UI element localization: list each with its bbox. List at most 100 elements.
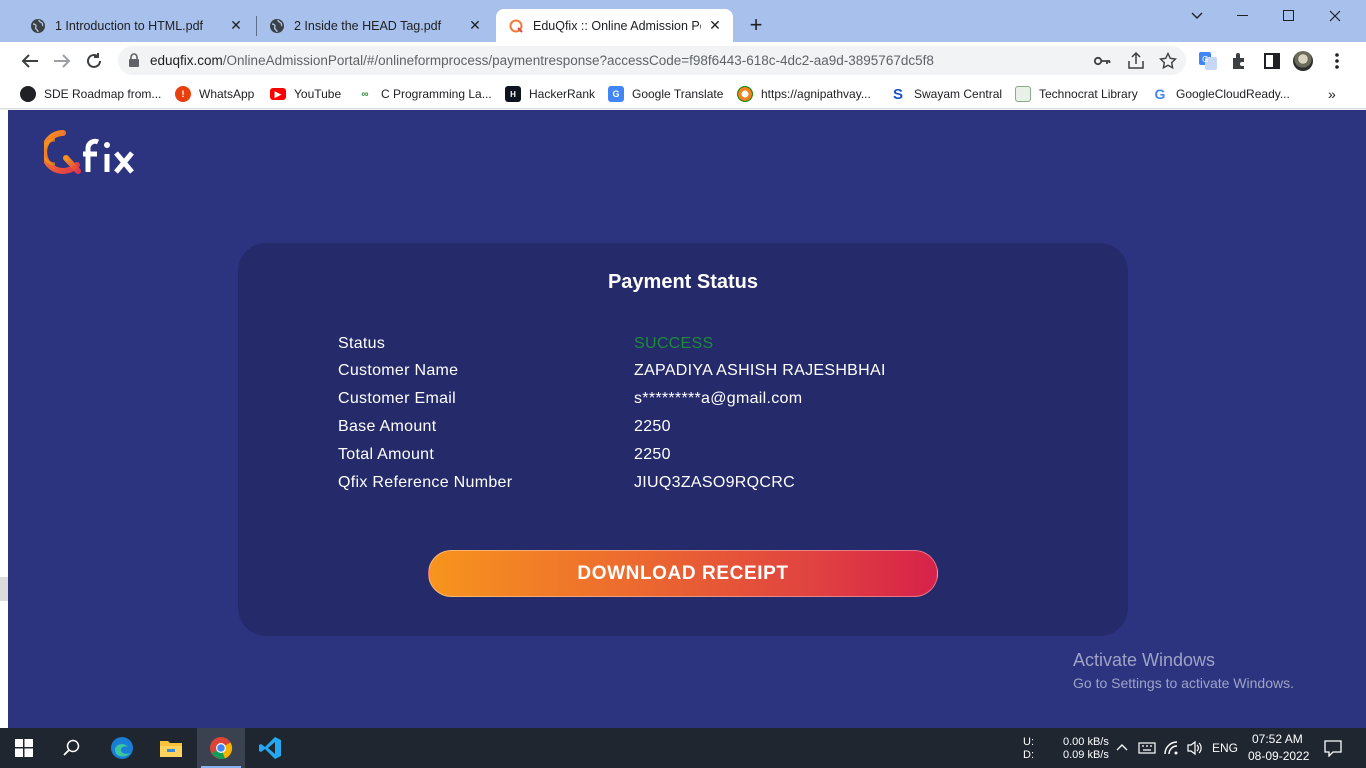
bookmark-hackerrank[interactable]: H HackerRank [505, 85, 595, 103]
taskbar-edge[interactable] [98, 728, 146, 768]
tab-introduction-html[interactable]: 1 Introduction to HTML.pdf ✕ [18, 9, 254, 42]
card-title: Payment Status [607, 271, 759, 293]
bookmark-label: Swayam Central [914, 87, 1003, 101]
reload-button[interactable] [83, 50, 105, 72]
download-receipt-button[interactable]: DOWNLOAD RECEIPT [428, 550, 938, 597]
bookmark-label: https://agnipathvay... [761, 87, 871, 101]
customer-email-row: Customer Email s*********a@gmail.com [338, 390, 1038, 412]
side-panel-icon[interactable] [1262, 51, 1282, 71]
windows-logo-icon [15, 739, 33, 757]
back-button[interactable] [19, 50, 41, 72]
bookmark-google-translate[interactable]: G Google Translate [608, 85, 723, 103]
keyboard-ime-icon[interactable] [1138, 740, 1156, 756]
bookmark-agnipath-icon [737, 86, 753, 102]
menu-kebab-icon[interactable] [1327, 51, 1347, 71]
address-bar[interactable]: eduqfix.com/OnlineAdmissionPortal/#/onli… [118, 46, 1186, 75]
taskbar-vscode[interactable] [246, 728, 294, 768]
bookmark-google-icon: G [1154, 86, 1166, 102]
net-upload-speed: 0.00 kB/s [1063, 736, 1109, 748]
google-translate-extension-icon[interactable]: G [1198, 51, 1218, 71]
tab-title: EduQfix :: Online Admission Portal [533, 18, 701, 33]
maximize-button[interactable] [1266, 4, 1312, 28]
notifications-icon[interactable] [1324, 739, 1342, 757]
chrome-icon [210, 737, 233, 759]
reference-number-label: Qfix Reference Number [338, 474, 513, 491]
language-indicator[interactable]: ENG [1212, 741, 1238, 755]
scrollbar-thumb[interactable] [0, 577, 8, 601]
forward-button[interactable] [51, 50, 73, 72]
taskbar-chrome[interactable] [197, 728, 245, 768]
qfix-favicon-icon [509, 19, 523, 33]
status-value: SUCCESS [634, 335, 714, 352]
bookmark-label: YouTube [294, 87, 342, 101]
speaker-icon[interactable] [1186, 740, 1204, 756]
minimize-button[interactable] [1220, 4, 1266, 28]
bookmark-label: Google Translate [632, 87, 724, 101]
bookmark-c-programming[interactable]: ∞ C Programming La... [357, 85, 491, 103]
clock-time[interactable]: 07:52 AM [1252, 732, 1303, 746]
vscode-icon [259, 737, 281, 759]
base-amount-row: Base Amount 2250 [338, 418, 1038, 440]
taskbar-file-explorer[interactable] [147, 728, 195, 768]
key-icon[interactable] [1093, 52, 1111, 70]
browser-tab-strip: 1 Introduction to HTML.pdf ✕ 2 Inside th… [0, 0, 1366, 42]
edge-icon [111, 737, 133, 759]
close-tab-icon[interactable]: ✕ [467, 17, 483, 34]
payment-status-card: Payment Status Status SUCCESS Customer N… [238, 243, 1128, 636]
tab-search-chevron-down-icon[interactable] [1174, 4, 1220, 28]
bookmark-sde-roadmap[interactable]: SDE Roadmap from... [20, 85, 161, 103]
start-button[interactable] [0, 728, 48, 768]
tab-eduqfix[interactable]: EduQfix :: Online Admission Portal ✕ [496, 9, 733, 42]
extensions-puzzle-icon[interactable] [1230, 51, 1250, 71]
net-download-label: D: [1023, 749, 1034, 761]
globe-icon [270, 18, 284, 33]
tab-title: 2 Inside the HEAD Tag.pdf [294, 18, 442, 33]
clock-date[interactable]: 08-09-2022 [1248, 749, 1309, 763]
bookmark-whatsapp[interactable]: ! WhatsApp [175, 85, 254, 103]
qfix-logo [44, 130, 134, 174]
arrow-right-icon [54, 54, 71, 68]
profile-avatar[interactable] [1293, 51, 1313, 71]
url-host: eduqfix.com [150, 53, 223, 68]
total-amount-label: Total Amount [338, 446, 435, 463]
bookmarks-bar: SDE Roadmap from... ! WhatsApp ▶ YouTube… [0, 79, 1366, 109]
bookmark-swayam[interactable]: S Swayam Central [890, 85, 1002, 103]
close-tab-icon[interactable]: ✕ [707, 17, 723, 34]
status-label: Status [338, 335, 386, 352]
customer-email-value: s*********a@gmail.com [634, 390, 803, 407]
browser-toolbar: eduqfix.com/OnlineAdmissionPortal/#/onli… [0, 42, 1366, 79]
bookmark-googlecloudready[interactable]: G GoogleCloudReady... [1152, 85, 1290, 103]
new-tab-button[interactable]: + [745, 14, 767, 37]
search-icon [63, 739, 80, 756]
bookmark-swayam-icon: S [892, 85, 903, 103]
customer-name-label: Customer Name [338, 362, 459, 379]
bookmark-star-icon[interactable] [1159, 52, 1177, 70]
close-window-button[interactable] [1312, 4, 1358, 28]
bookmark-label: WhatsApp [199, 87, 255, 101]
bookmark-youtube[interactable]: ▶ YouTube [270, 85, 341, 103]
bookmark-agnipath[interactable]: https://agnipathvay... [737, 85, 871, 103]
folder-icon [160, 741, 182, 757]
customer-name-row: Customer Name ZAPADIYA ASHISH RAJESHBHAI [338, 362, 1038, 384]
chevron-up-icon[interactable] [1116, 742, 1128, 752]
bookmark-technocrat[interactable]: Technocrat Library [1015, 85, 1138, 103]
net-upload-label: U: [1023, 736, 1034, 748]
base-amount-value: 2250 [634, 418, 671, 435]
more-bookmarks-chevron-icon[interactable]: » [1328, 85, 1336, 103]
wifi-icon[interactable] [1163, 740, 1181, 756]
tab-inside-head-tag[interactable]: 2 Inside the HEAD Tag.pdf ✕ [257, 9, 493, 42]
search-button[interactable] [48, 728, 96, 768]
watermark-title: Activate Windows [1073, 650, 1216, 670]
payment-response-page: Payment Status Status SUCCESS Customer N… [8, 110, 1366, 728]
watermark-subtitle: Go to Settings to activate Windows. [1073, 675, 1294, 691]
bookmark-label: SDE Roadmap from... [44, 87, 162, 101]
base-amount-label: Base Amount [338, 418, 437, 435]
arrow-left-icon [21, 54, 38, 68]
total-amount-row: Total Amount 2250 [338, 446, 1038, 468]
status-row: Status SUCCESS [338, 335, 1038, 357]
url-path: /OnlineAdmissionPortal/#/onlineformproce… [222, 53, 934, 68]
activate-windows-watermark: Activate Windows Go to Settings to activ… [1073, 650, 1294, 691]
share-icon[interactable] [1127, 52, 1145, 70]
close-tab-icon[interactable]: ✕ [228, 17, 244, 34]
customer-email-label: Customer Email [338, 390, 457, 407]
